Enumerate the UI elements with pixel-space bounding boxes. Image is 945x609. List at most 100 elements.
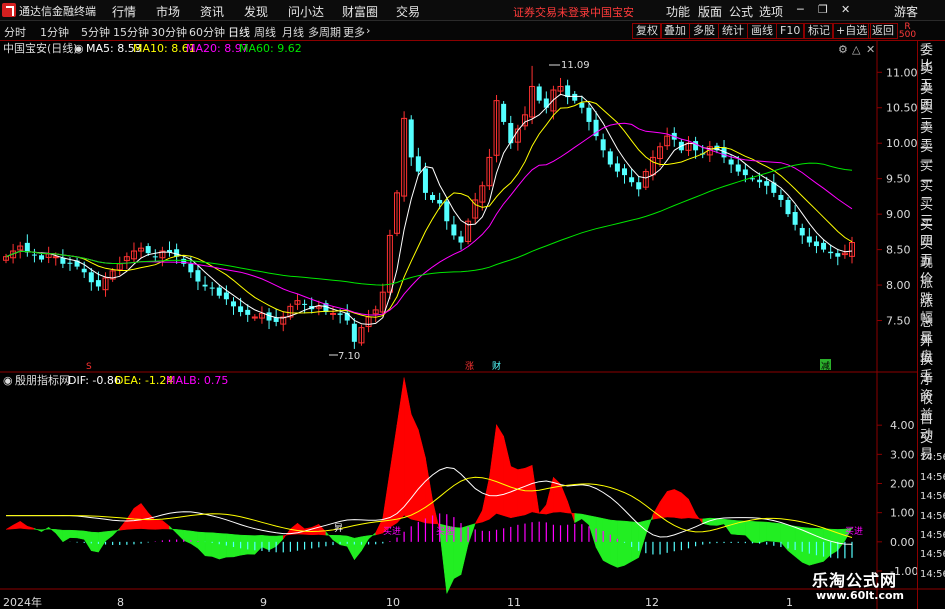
chart-controls[interactable]: ⚙ △ ✕ <box>838 43 875 56</box>
indicator-band <box>339 535 348 547</box>
indicator-band <box>275 535 284 548</box>
indicator-tick-label: 3.00 <box>890 448 915 461</box>
period-multi[interactable]: 多周期 <box>308 24 341 40</box>
candle-body <box>39 255 45 260</box>
add-watchlist-button[interactable]: +自选 <box>832 23 872 39</box>
menu-function[interactable]: 功能 <box>666 3 690 20</box>
indicator-tick-label: 2.00 <box>890 478 915 491</box>
candle-body <box>145 246 151 254</box>
mark-button[interactable]: 标记 <box>804 23 834 39</box>
period-weekly[interactable]: 周线 <box>254 24 276 40</box>
indicator-band <box>496 423 504 516</box>
indicator-band <box>382 471 391 534</box>
candle-body <box>152 256 158 258</box>
quote-panel[interactable]: 委比 卖五 卖四 卖三 卖二 卖一 买一 买二 买三 买四 买五 现价 涨跌 涨幅 总量 外盘 换手 净资 收益 自动… <box>917 41 945 609</box>
indicator-band <box>211 532 220 560</box>
indicator-band <box>773 522 782 543</box>
menu-trade[interactable]: 交易 <box>396 3 420 20</box>
period-5min[interactable]: 5分钟 <box>81 24 110 40</box>
overlay-button[interactable]: 叠加 <box>660 23 690 39</box>
indicator-band <box>183 529 192 544</box>
ma60-line <box>5 162 853 286</box>
candle-body <box>245 309 251 315</box>
candle-body <box>195 270 201 282</box>
indicator-band <box>467 523 476 545</box>
minimize-icon[interactable]: ─ <box>797 3 804 16</box>
period-daily[interactable]: 日线 <box>228 24 250 40</box>
adjust-button[interactable]: 复权 <box>632 23 662 39</box>
kline-chart[interactable]: 中国宝安(日线) ◉ MA5: 8.53 MA10: 8.61 MA20: 8.… <box>0 41 945 609</box>
quote-panel-item[interactable]: 14:56 <box>920 547 945 563</box>
candle-body <box>742 169 748 176</box>
period-60min[interactable]: 60分钟 <box>189 24 225 40</box>
date-label: 8 <box>117 596 124 609</box>
login-warning[interactable]: 证券交易未登录 <box>513 4 590 20</box>
indicator-band <box>688 498 696 519</box>
app-logo-icon <box>2 3 16 17</box>
menu-bar: 通达信金融终端 行情 市场 资讯 发现 问小达 财富圈 交易 证券交易未登录 中… <box>0 0 945 21</box>
indicator-area <box>5 377 853 594</box>
f10-button[interactable]: F10 <box>776 23 805 39</box>
price-tick-label: 7.50 <box>886 315 911 328</box>
menu-market[interactable]: 市场 <box>156 3 180 20</box>
ratio-indicator: R 500 <box>898 22 917 40</box>
period-30min[interactable]: 30分钟 <box>151 24 187 40</box>
candle-body <box>451 224 457 236</box>
candle-body <box>735 164 741 172</box>
menu-quotes[interactable]: 行情 <box>112 3 136 20</box>
indicator-band <box>581 513 590 526</box>
candle-body <box>693 141 699 151</box>
quote-panel-item[interactable]: 14:56 <box>920 470 945 486</box>
login-stock-name[interactable]: 中国宝安 <box>590 4 634 20</box>
candle-body <box>614 163 620 172</box>
candle-body <box>607 151 613 165</box>
quote-panel-item[interactable]: 14:56 <box>920 567 945 583</box>
period-intraday[interactable]: 分时 <box>4 24 26 40</box>
indicator-band <box>41 526 49 533</box>
candle-body <box>821 242 827 250</box>
maximize-icon[interactable]: ❐ <box>818 3 828 16</box>
indicator-band <box>517 467 526 517</box>
user-guest[interactable]: 游客 <box>894 3 918 20</box>
menu-layout[interactable]: 版面 <box>698 3 722 20</box>
stock-name: 中国宝安(日线) <box>3 41 78 55</box>
quote-panel-item[interactable]: 14:56 <box>920 489 945 505</box>
statistics-button[interactable]: 统计 <box>718 23 748 39</box>
indicator-band <box>105 530 113 542</box>
multi-stock-button[interactable]: 多股 <box>689 23 719 39</box>
price-tick-label: 8.00 <box>886 279 911 292</box>
indicator-band <box>837 528 846 552</box>
close-icon[interactable]: ✕ <box>841 3 850 16</box>
indicator-band <box>311 523 320 536</box>
period-toolbar: 分时 1分钟 5分钟 15分钟 30分钟 60分钟 日线 周线 月线 多周期 更… <box>0 21 945 41</box>
candle-body <box>408 119 414 158</box>
indicator-band <box>745 520 753 544</box>
price-axis: 7.50 8.00 8.50 9.00 9.50 10.00 10.50 11.00 <box>877 66 918 328</box>
period-more[interactable]: 更多 <box>343 24 365 40</box>
indicator-band <box>219 533 227 560</box>
period-more-dropdown-icon[interactable]: › <box>366 24 370 37</box>
indicator-band <box>5 524 14 530</box>
menu-discover[interactable]: 发现 <box>244 3 268 20</box>
indicator-band <box>325 531 334 541</box>
indicator-band <box>27 525 35 530</box>
back-button[interactable]: 返回 <box>868 23 898 39</box>
menu-wealth[interactable]: 财富圈 <box>342 3 378 20</box>
indicator-band <box>261 535 270 551</box>
menu-formula[interactable]: 公式 <box>729 3 753 20</box>
candle-body <box>458 236 464 243</box>
draw-line-button[interactable]: 画线 <box>747 23 777 39</box>
indicator-band <box>346 535 355 560</box>
menu-news[interactable]: 资讯 <box>200 3 224 20</box>
period-1min[interactable]: 1分钟 <box>40 24 69 40</box>
candle-body <box>430 194 436 200</box>
period-monthly[interactable]: 月线 <box>282 24 304 40</box>
menu-options[interactable]: 选项 <box>759 3 783 20</box>
quote-panel-item[interactable]: 14:56 <box>920 450 945 466</box>
app-title: 通达信金融终端 <box>19 5 96 18</box>
quote-panel-item[interactable]: 14:56 <box>920 528 945 544</box>
quote-panel-item[interactable]: 14:56 <box>920 509 945 525</box>
indicator-band <box>489 424 497 520</box>
menu-assistant[interactable]: 问小达 <box>288 3 324 20</box>
period-15min[interactable]: 15分钟 <box>113 24 149 40</box>
